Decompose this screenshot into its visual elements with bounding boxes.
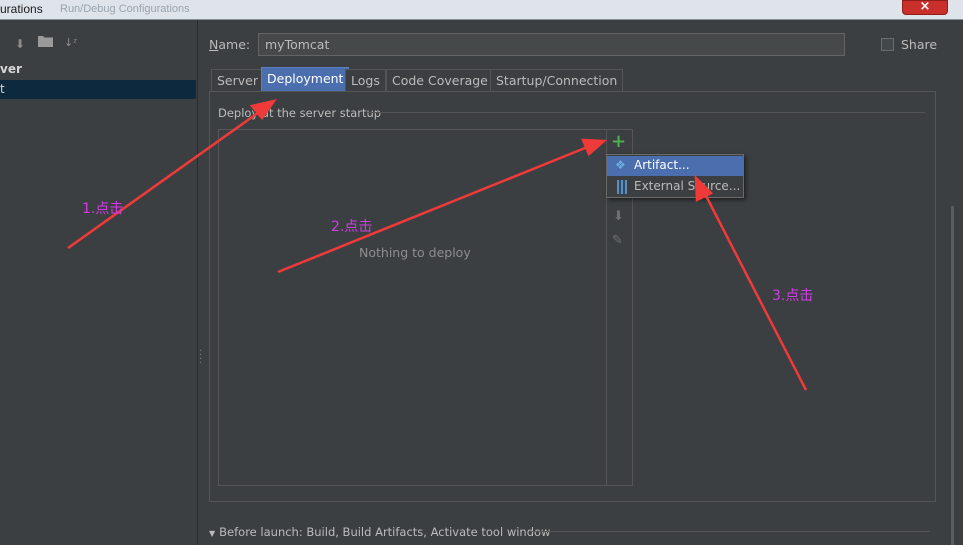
annotation-step2: 2.点击: [331, 219, 373, 235]
annotation-step3: 3.点击: [772, 288, 814, 304]
arrowhead-step2: [581, 138, 608, 157]
arrow-step2: [277, 144, 591, 274]
annotation-step1: 1.点击: [82, 201, 124, 217]
arrowhead-step3: [694, 174, 714, 202]
annotation-arrows: [67, 99, 808, 391]
arrow-step1: [67, 108, 263, 250]
